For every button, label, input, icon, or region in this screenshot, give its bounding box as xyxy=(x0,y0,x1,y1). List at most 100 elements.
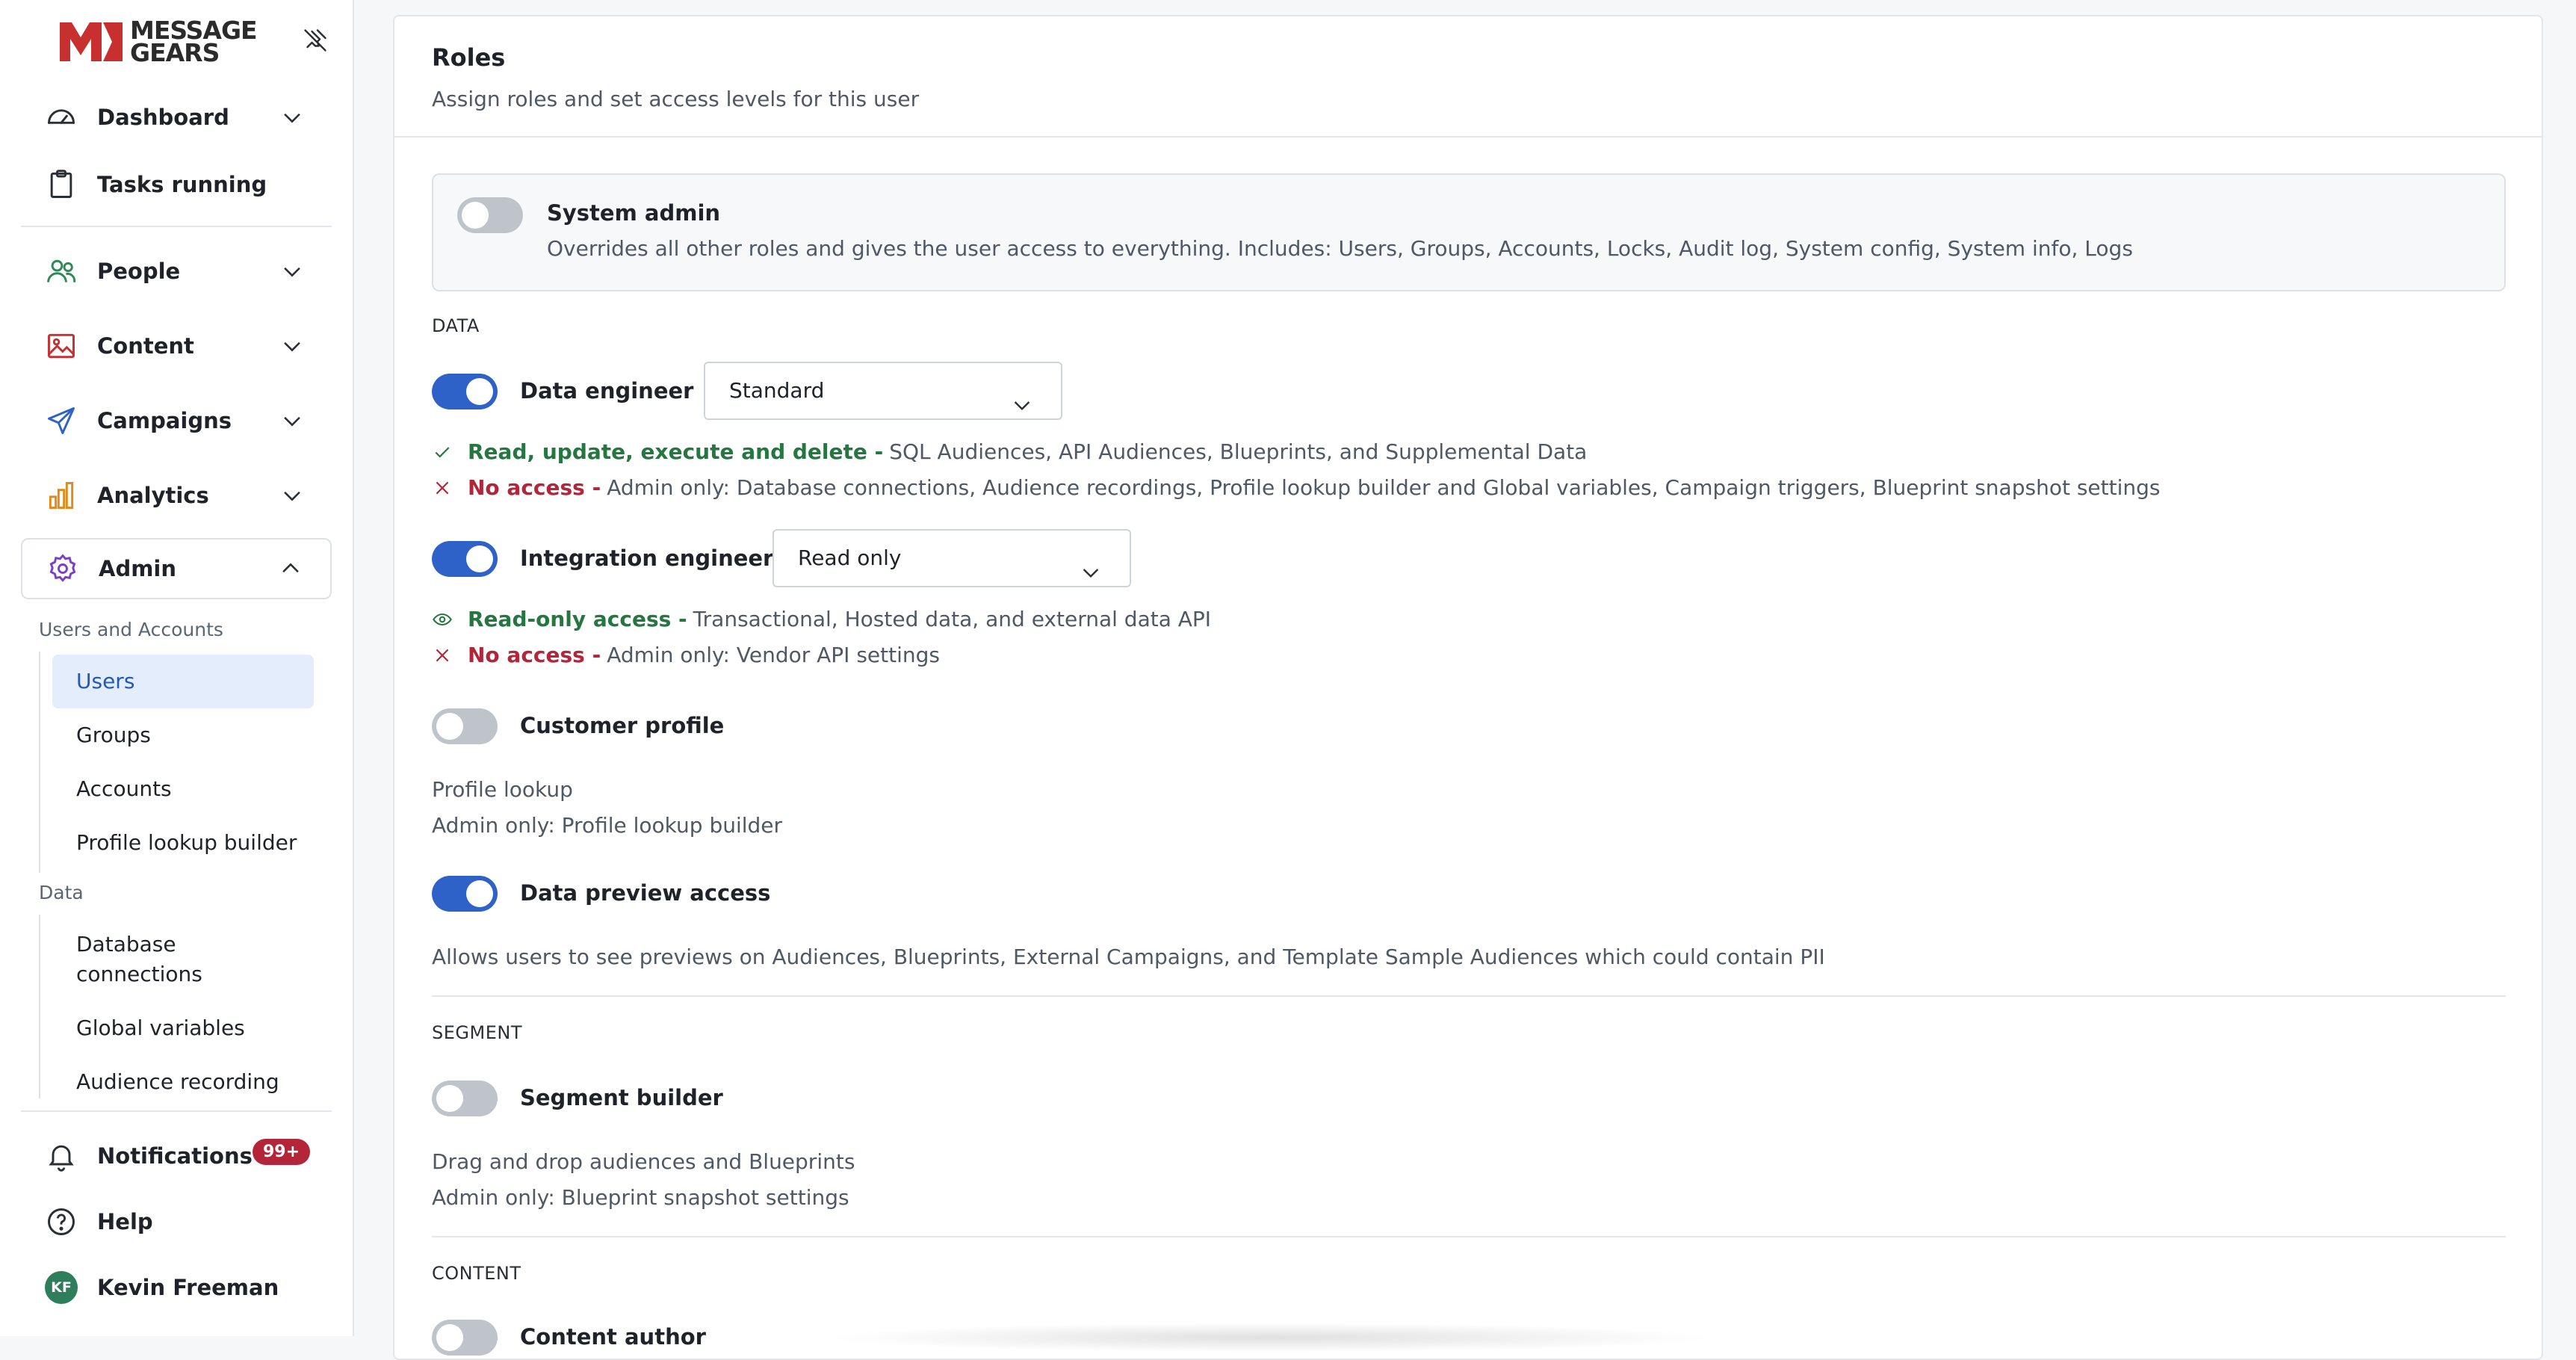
data-engineer-toggle[interactable] xyxy=(432,374,498,409)
data-engineer-allow-line: Read, update, execute and delete - SQL A… xyxy=(432,439,1587,464)
subnav-heading-data: Data xyxy=(39,882,84,903)
user-name: Kevin Freeman xyxy=(97,1275,279,1300)
data-preview-access-description: Allows users to see previews on Audience… xyxy=(432,945,1825,969)
chevron-down-icon[interactable] xyxy=(279,105,305,135)
access-level-label: Read-only access - xyxy=(468,607,687,631)
nav-user-profile[interactable]: KF Kevin Freeman xyxy=(21,1257,332,1318)
toggle-knob xyxy=(436,1324,463,1351)
roles-panel: Roles Assign roles and set access levels… xyxy=(393,15,2543,1360)
segment-builder-description: Drag and drop audiences and Blueprints xyxy=(432,1149,855,1174)
nav-label: Admin xyxy=(99,556,177,581)
people-icon xyxy=(45,255,78,288)
check-icon xyxy=(432,442,453,463)
nav-tasks-running[interactable]: Tasks running xyxy=(21,154,332,215)
segment-builder-admin-note: Admin only: Blueprint snapshot settings xyxy=(432,1185,849,1210)
data-preview-access-toggle[interactable] xyxy=(432,876,498,912)
integration-engineer-level-select[interactable]: Read only xyxy=(773,529,1131,587)
customer-profile-toggle[interactable] xyxy=(432,708,498,744)
system-admin-toggle[interactable] xyxy=(457,197,523,233)
nav-label: Notifications xyxy=(97,1143,253,1169)
customer-profile-label: Customer profile xyxy=(520,713,725,738)
access-description: Admin only: Vendor API settings xyxy=(607,643,940,667)
gear-icon xyxy=(46,552,79,585)
x-icon xyxy=(432,645,453,666)
toggle-knob xyxy=(436,713,463,740)
subnav-guide-line xyxy=(39,915,40,1098)
data-engineer-level-select[interactable]: Standard xyxy=(704,362,1062,420)
access-level-label: Read, update, execute and delete - xyxy=(468,439,884,464)
logo[interactable]: MESSAGE GEARS xyxy=(60,18,258,67)
system-admin-description: Overrides all other roles and gives the … xyxy=(547,236,2133,261)
chevron-down-icon[interactable] xyxy=(279,259,305,289)
logo-text-line2: GEARS xyxy=(130,38,220,67)
nav-admin[interactable]: Admin xyxy=(21,538,332,599)
clipboard-icon xyxy=(45,168,78,201)
subnav-item-accounts[interactable]: Accounts xyxy=(52,762,314,816)
nav-people[interactable]: People xyxy=(21,241,332,302)
no-access-label: No access - xyxy=(468,475,601,500)
content-author-label: Content author xyxy=(520,1324,706,1350)
select-value: Read only xyxy=(798,545,902,570)
x-icon xyxy=(432,477,453,498)
content-author-toggle[interactable] xyxy=(432,1320,498,1356)
segment-builder-toggle[interactable] xyxy=(432,1081,498,1116)
toggle-knob xyxy=(466,545,493,572)
nav-label: Content xyxy=(97,333,194,359)
app: MESSAGE GEARS Dashboard Tasks running Pe… xyxy=(0,0,2576,1360)
nav-dashboard[interactable]: Dashboard xyxy=(21,87,332,148)
nav-analytics[interactable]: Analytics xyxy=(21,465,332,526)
subnav-item-users[interactable]: Users xyxy=(52,655,314,708)
page-subtitle: Assign roles and set access levels for t… xyxy=(432,87,920,111)
toggle-knob xyxy=(466,880,493,907)
section-heading-data: DATA xyxy=(432,315,480,336)
toggle-knob xyxy=(436,1085,463,1112)
data-engineer-label: Data engineer xyxy=(520,378,694,404)
notifications-count-badge: 99+ xyxy=(253,1139,311,1165)
nav-campaigns[interactable]: Campaigns xyxy=(21,390,332,451)
nav-label: Help xyxy=(97,1209,153,1234)
integration-engineer-deny-line: No access - Admin only: Vendor API setti… xyxy=(432,643,940,667)
divider xyxy=(21,1110,332,1112)
nav-help[interactable]: Help xyxy=(21,1191,332,1252)
access-description: Transactional, Hosted data, and external… xyxy=(693,607,1212,631)
nav-label: People xyxy=(97,259,181,284)
eye-icon xyxy=(432,609,453,630)
subnav-heading-users-accounts: Users and Accounts xyxy=(39,619,223,640)
divider xyxy=(432,1236,2506,1237)
subnav-item-global-variables[interactable]: Global variables xyxy=(52,1013,314,1043)
system-admin-label: System admin xyxy=(547,200,721,226)
unpin-icon[interactable] xyxy=(302,27,329,57)
subnav-item-groups[interactable]: Groups xyxy=(52,708,314,762)
subnav-item-audience-recording[interactable]: Audience recording xyxy=(52,1067,314,1097)
divider xyxy=(394,136,2542,137)
access-description: SQL Audiences, API Audiences, Blueprints… xyxy=(889,439,1588,464)
bell-icon xyxy=(45,1140,78,1172)
chevron-down-icon[interactable] xyxy=(279,333,305,364)
select-value: Standard xyxy=(729,378,825,403)
integration-engineer-allow-line: Read-only access - Transactional, Hosted… xyxy=(432,607,1211,631)
data-preview-access-label: Data preview access xyxy=(520,880,771,906)
toggle-knob xyxy=(466,378,493,405)
integration-engineer-toggle[interactable] xyxy=(432,541,498,577)
segment-builder-label: Segment builder xyxy=(520,1085,723,1110)
chevron-down-icon[interactable] xyxy=(279,483,305,513)
system-admin-card: System admin Overrides all other roles a… xyxy=(432,173,2506,291)
subnav-item-database-connections[interactable]: Database connections xyxy=(52,930,224,989)
bar-chart-icon xyxy=(45,479,78,512)
access-description: Admin only: Database connections, Audien… xyxy=(607,475,2161,500)
chevron-down-icon xyxy=(1010,383,1034,438)
subnav-item-profile-lookup-builder[interactable]: Profile lookup builder xyxy=(52,816,314,870)
nav-label: Tasks running xyxy=(97,172,267,197)
floating-bar-shadow xyxy=(822,1323,1718,1353)
chevron-down-icon[interactable] xyxy=(279,408,305,439)
customer-profile-admin-note: Admin only: Profile lookup builder xyxy=(432,813,783,838)
chevron-up-icon[interactable] xyxy=(278,556,303,587)
question-circle-icon xyxy=(45,1205,78,1238)
divider xyxy=(432,995,2506,997)
nav-label: Campaigns xyxy=(97,408,232,433)
nav-content[interactable]: Content xyxy=(21,315,332,377)
section-heading-content: CONTENT xyxy=(432,1263,521,1284)
no-access-label: No access - xyxy=(468,643,601,667)
messagegears-logo-icon xyxy=(60,22,123,61)
sidebar: MESSAGE GEARS Dashboard Tasks running Pe… xyxy=(0,0,354,1336)
